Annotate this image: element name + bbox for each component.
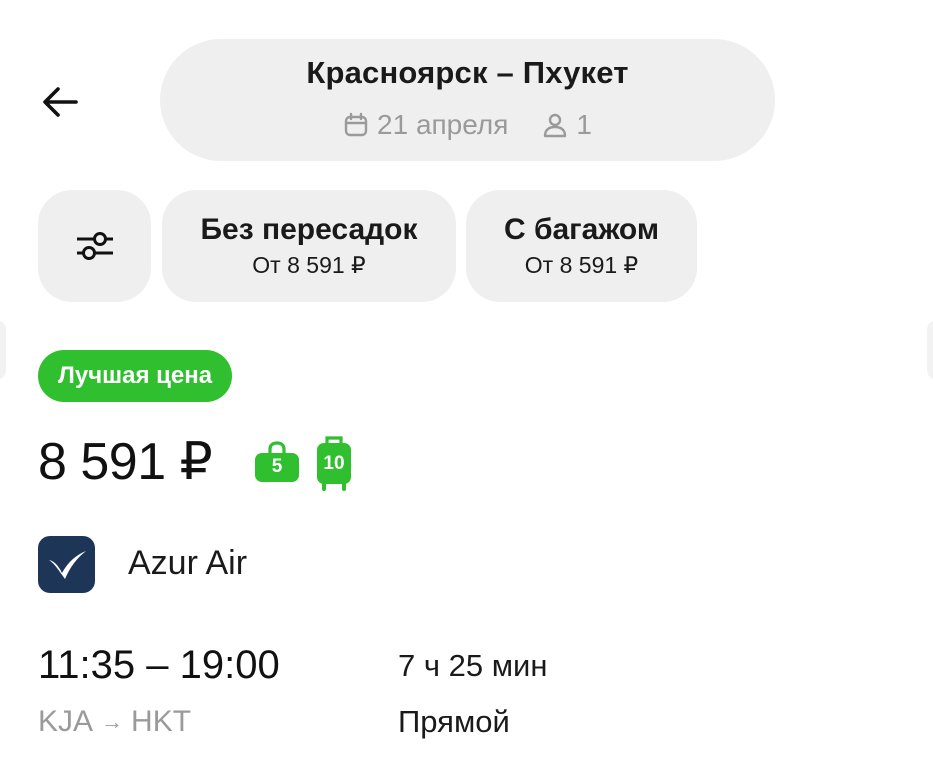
passenger-count: 1 (576, 109, 592, 140)
badge-label: Лучшая цена (58, 362, 213, 389)
chip-price: От 8 591 ₽ (252, 252, 366, 278)
card-edge (0, 320, 6, 380)
airline-name: Azur Air (128, 544, 248, 582)
chip-label: Без пересадок (200, 213, 418, 246)
origin-airport: KJA (38, 705, 94, 738)
calendar-icon (344, 112, 368, 137)
sliders-icon (76, 232, 113, 260)
date-group: 21 апреля (343, 109, 508, 141)
hand-baggage-icon: 5 (252, 440, 302, 484)
hand-baggage-weight: 5 (271, 456, 283, 477)
passengers-group: 1 (542, 109, 592, 141)
chip-price: От 8 591 ₽ (524, 252, 639, 278)
best-price-badge: Лучшая цена (38, 350, 233, 402)
route-title: Красноярск – Пхукет (306, 55, 629, 90)
arrow-left-icon (43, 87, 78, 117)
flight-stops: Прямой (398, 704, 510, 739)
chip-label: С багажом (503, 213, 660, 246)
flight-duration: 7 ч 25 мин (398, 648, 548, 683)
person-icon (544, 113, 567, 138)
flight-times: 11:35 – 19:00 (38, 643, 280, 687)
filters-button[interactable] (38, 190, 151, 302)
azur-air-logo-icon (48, 550, 86, 579)
card-edge (927, 320, 933, 380)
filter-chip-baggage[interactable]: С багажом От 8 591 ₽ (466, 190, 697, 302)
destination-airport: HKT (131, 705, 192, 738)
airport-codes: KJA → HKT (38, 704, 191, 740)
filter-chip-nonstop[interactable]: Без пересадок От 8 591 ₽ (162, 190, 456, 302)
checked-baggage-weight: 10 (323, 453, 345, 474)
airline-logo (38, 536, 95, 593)
ticket-price: 8 591 ₽ (38, 433, 213, 491)
flight-results-screen: Красноярск – Пхукет 21 апреля 1 Без пере… (0, 0, 933, 768)
arrow-right-icon: → (101, 709, 124, 734)
route-meta: 21 апреля 1 (160, 109, 775, 141)
travel-date: 21 апреля (377, 109, 509, 140)
suitcase-icon: 10 (315, 434, 353, 492)
search-summary[interactable]: Красноярск – Пхукет 21 апреля 1 (160, 39, 775, 161)
back-button[interactable] (30, 72, 90, 132)
